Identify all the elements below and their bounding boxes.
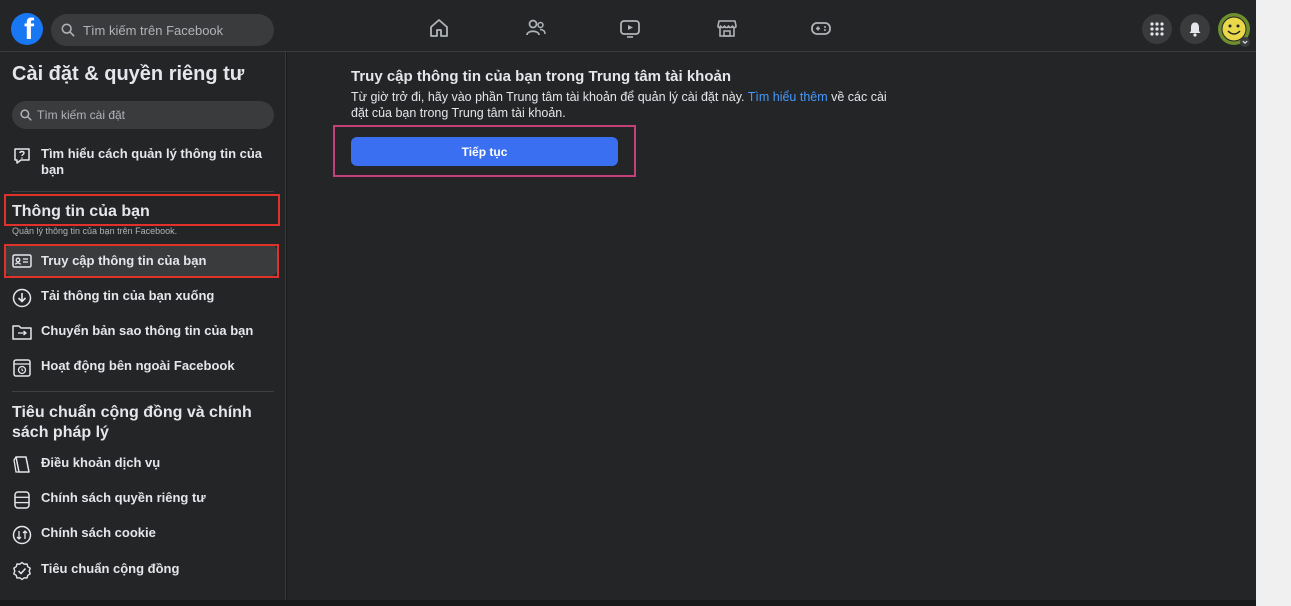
- section-subtitle-your-info: Quản lý thông tin của bạn trên Facebook.: [12, 226, 178, 236]
- facebook-f-glyph: f: [24, 13, 34, 45]
- sidebar-item-community-standards[interactable]: Tiêu chuẩn cộng đồng: [12, 561, 179, 581]
- marketplace-icon[interactable]: [716, 17, 738, 39]
- download-icon: [12, 288, 32, 308]
- help-bubble-icon: [14, 148, 30, 164]
- menu-grid-icon: [1150, 22, 1164, 36]
- sidebar-item-terms-of-service[interactable]: Điều khoản dịch vụ: [12, 455, 160, 475]
- divider: [12, 391, 274, 392]
- search-icon: [20, 109, 32, 121]
- watch-icon[interactable]: [619, 17, 641, 39]
- database-icon: [14, 491, 30, 509]
- folder-transfer-icon: [12, 325, 32, 340]
- section-title-line: sách pháp lý: [12, 424, 109, 441]
- badge-check-icon: [13, 561, 31, 581]
- sidebar-item-label: Chính sách quyền riêng tư: [41, 490, 206, 505]
- search-placeholder: Tìm kiếm trên Facebook: [83, 22, 224, 38]
- gaming-icon[interactable]: [810, 17, 832, 39]
- chevron-down-icon[interactable]: [1240, 37, 1250, 47]
- sidebar-item-label: Truy cập thông tin của bạn: [41, 253, 207, 268]
- sidebar-item-privacy-policy[interactable]: Chính sách quyền riêng tư: [12, 490, 206, 510]
- settings-search-input[interactable]: Tìm kiếm cài đặt: [12, 101, 274, 129]
- section-title-line: Tiêu chuẩn cộng đồng và chính: [12, 404, 252, 421]
- sidebar-item-learn-manage-info[interactable]: Tìm hiểu cách quản lý thông tin của bạn: [12, 146, 274, 178]
- sidebar-item-cookie-policy[interactable]: Chính sách cookie: [12, 525, 156, 545]
- sidebar-title: Cài đặt & quyền riêng tư: [12, 63, 245, 85]
- sidebar-item-label: Điều khoản dịch vụ: [41, 455, 161, 470]
- home-icon[interactable]: [428, 17, 450, 39]
- description-text: Từ giờ trở đi, hãy vào phần Trung tâm tà…: [351, 90, 748, 104]
- window-edge: [1256, 0, 1291, 606]
- document-icon: [13, 456, 30, 473]
- sidebar-item-label: Hoạt động bên ngoài Facebook: [41, 358, 235, 373]
- sidebar-item-transfer-copy[interactable]: Chuyển bản sao thông tin của bạn: [12, 323, 253, 341]
- learn-more-link[interactable]: Tìm hiểu thêm: [748, 90, 828, 104]
- content-title: Truy cập thông tin của bạn trong Trung t…: [351, 68, 732, 85]
- sidebar-item-label: Tải thông tin của bạn xuống: [41, 288, 215, 303]
- settings-search-placeholder: Tìm kiếm cài đặt: [37, 108, 126, 122]
- menu-grid-button[interactable]: [1142, 14, 1172, 44]
- continue-button[interactable]: Tiếp tục: [351, 137, 618, 166]
- activity-history-icon: [13, 359, 31, 377]
- section-title-community-legal: Tiêu chuẩn cộng đồng và chính sách pháp …: [12, 403, 252, 443]
- friends-icon[interactable]: [525, 17, 547, 39]
- sidebar-item-label: Tìm hiểu cách quản lý thông tin của bạn: [41, 146, 263, 177]
- notifications-button[interactable]: [1180, 14, 1210, 44]
- bottom-edge: [0, 600, 1256, 606]
- facebook-logo[interactable]: f: [11, 13, 43, 45]
- sidebar-item-label: Chuyển bản sao thông tin của bạn: [41, 323, 254, 338]
- sidebar-item-download-info[interactable]: Tải thông tin của bạn xuống: [12, 288, 214, 308]
- highlight-box-section-title: [4, 194, 280, 226]
- sidebar-item-off-facebook-activity[interactable]: Hoạt động bên ngoài Facebook: [12, 358, 235, 378]
- notifications-icon: [1189, 22, 1201, 37]
- search-icon: [61, 23, 75, 37]
- content-description: Từ giờ trở đi, hãy vào phần Trung tâm tà…: [351, 89, 891, 121]
- sidebar-item-access-info[interactable]: Truy cập thông tin của bạn: [12, 253, 206, 269]
- top-navigation-bar: f Tìm kiếm trên Facebook: [0, 0, 1256, 52]
- cookie-icon: [12, 525, 32, 545]
- sidebar-item-label: Tiêu chuẩn cộng đồng: [41, 561, 180, 576]
- sidebar-item-label: Chính sách cookie: [41, 525, 156, 540]
- facebook-search-input[interactable]: Tìm kiếm trên Facebook: [51, 14, 274, 46]
- id-card-icon: [12, 254, 32, 268]
- divider: [12, 191, 274, 192]
